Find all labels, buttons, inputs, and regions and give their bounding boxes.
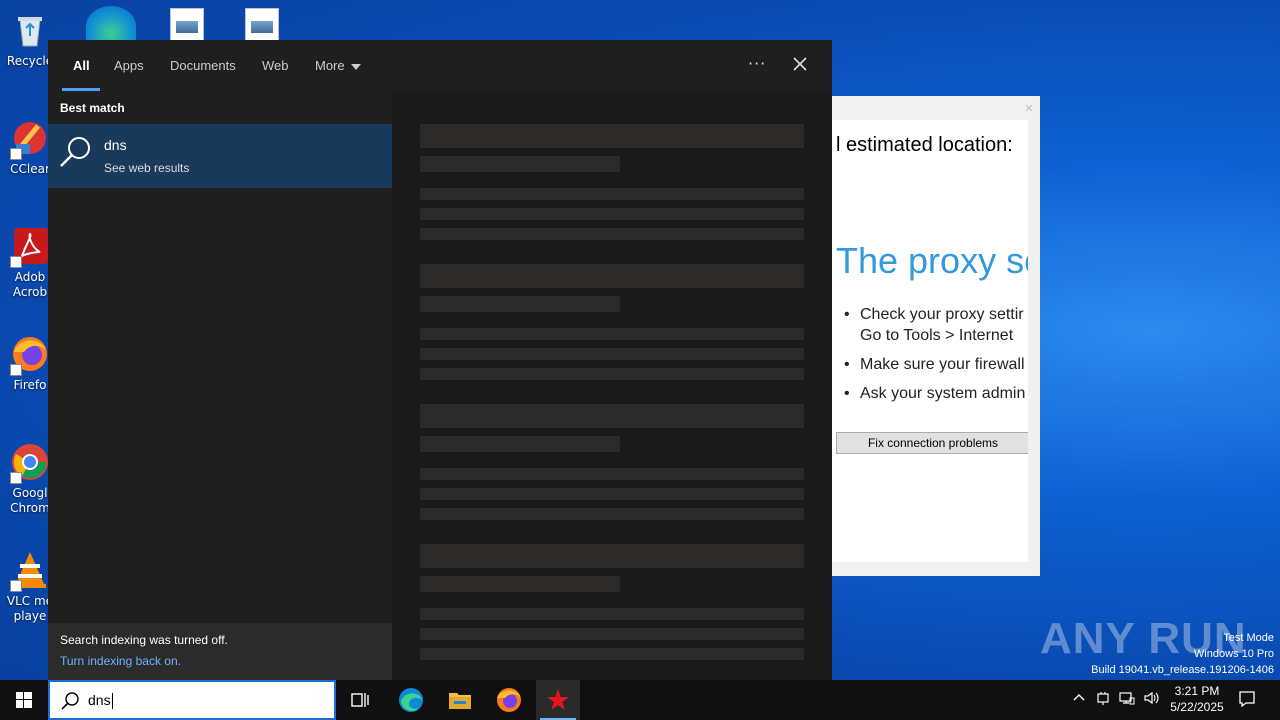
test-mode-notice: Test Mode Windows 10 Pro Build 19041.vb_…: [1091, 630, 1274, 678]
results-column: Best match dns See web results Search in…: [48, 92, 392, 680]
anyrun-taskbar-button[interactable]: [536, 680, 580, 720]
loading-placeholder: [420, 328, 804, 340]
browser-content: l estimated location: The proxy se Check…: [832, 120, 1028, 562]
chrome-icon: [10, 442, 50, 484]
device-icon[interactable]: [1096, 690, 1110, 710]
firefox-icon[interactable]: [495, 686, 523, 714]
loading-placeholder: [420, 576, 620, 592]
shortcut-arrow-icon: [10, 364, 22, 376]
firefox-icon: [10, 334, 50, 376]
browser-window[interactable]: ✕ l estimated location: The proxy se Che…: [832, 96, 1040, 576]
bullet-item: Make sure your firewall: [844, 354, 1024, 375]
close-button[interactable]: [788, 52, 812, 76]
loading-placeholder: [420, 648, 804, 660]
action-center-icon[interactable]: [1238, 690, 1256, 708]
shortcut-arrow-icon: [10, 148, 22, 160]
clock-date: 5/22/2025: [1170, 700, 1224, 714]
vlc-icon: [10, 550, 50, 592]
shortcut-arrow-icon: [10, 580, 22, 592]
network-icon[interactable]: [1119, 690, 1135, 710]
loading-placeholder: [420, 296, 620, 312]
adobe-acrobat-icon: [10, 226, 50, 268]
search-panel: All Apps Documents Web More ··· Best mat…: [48, 40, 832, 680]
best-match-header: Best match: [60, 101, 125, 115]
shortcut-arrow-icon: [10, 472, 22, 484]
system-clock[interactable]: 3:21 PM 5/22/2025: [1166, 683, 1228, 715]
loading-placeholder: [420, 468, 804, 480]
close-icon: [793, 57, 807, 71]
more-options-icon[interactable]: ···: [748, 54, 766, 73]
loading-placeholder: [420, 124, 804, 148]
loading-placeholder: [420, 188, 804, 200]
close-icon[interactable]: ✕: [1022, 102, 1036, 116]
anyrun-star-icon: [547, 689, 569, 710]
tab-apps[interactable]: Apps: [114, 58, 144, 73]
tab-documents[interactable]: Documents: [170, 58, 236, 73]
windows-edition: Windows 10 Pro: [1193, 648, 1274, 660]
search-tabs: All Apps Documents Web More ···: [48, 40, 832, 92]
image-file-icon[interactable]: [170, 8, 204, 42]
text-cursor: [111, 693, 113, 710]
result-subtitle: See web results: [104, 161, 190, 175]
search-query-text: dns: [88, 692, 113, 710]
edge-icon[interactable]: [397, 686, 425, 714]
task-view-icon[interactable]: [346, 686, 374, 714]
image-file-icon[interactable]: [245, 8, 279, 42]
start-button[interactable]: [0, 680, 48, 720]
chevron-down-icon: [350, 63, 361, 70]
recycle-bin-icon: [10, 10, 50, 50]
estimated-location-text: l estimated location:: [836, 134, 1013, 156]
fix-connection-button[interactable]: Fix connection problems: [836, 432, 1028, 454]
taskbar: dns 3:21 PM 5/22/2025: [0, 680, 1280, 720]
loading-placeholder: [420, 264, 804, 288]
error-title: The proxy se: [836, 240, 1028, 281]
tab-more-label: More: [315, 58, 345, 73]
build-string: Build 19041.vb_release.191206-1406: [1091, 664, 1274, 676]
show-hidden-icons-chevron-up-icon[interactable]: [1072, 690, 1086, 708]
loading-placeholder: [420, 368, 804, 380]
ccleaner-icon: [10, 118, 50, 160]
bullet-item: Ask your system admin: [844, 383, 1025, 404]
volume-icon[interactable]: [1143, 690, 1159, 710]
loading-placeholder: [420, 156, 620, 172]
preview-pane-loading: [392, 92, 832, 680]
taskbar-search-box[interactable]: dns: [48, 680, 336, 720]
active-tab-indicator: [62, 88, 100, 91]
indexing-message: Search indexing was turned off.: [60, 633, 228, 647]
loading-placeholder: [420, 544, 804, 568]
tab-web[interactable]: Web: [262, 58, 289, 73]
shortcut-arrow-icon: [10, 256, 22, 268]
loading-placeholder: [420, 508, 804, 520]
loading-placeholder: [420, 404, 804, 428]
indexing-notice: Search indexing was turned off. Turn ind…: [48, 623, 392, 680]
loading-placeholder: [420, 348, 804, 360]
file-explorer-icon[interactable]: [446, 686, 474, 714]
clock-time: 3:21 PM: [1174, 684, 1220, 698]
search-icon: [58, 134, 94, 170]
tab-more[interactable]: More: [315, 58, 361, 73]
loading-placeholder: [420, 436, 620, 452]
loading-placeholder: [420, 488, 804, 500]
bullet-item: Go to Tools > Internet: [860, 327, 1014, 344]
loading-placeholder: [420, 208, 804, 220]
windows-logo-icon: [16, 692, 32, 708]
tab-all[interactable]: All: [73, 58, 90, 73]
loading-placeholder: [420, 628, 804, 640]
loading-placeholder: [420, 228, 804, 240]
test-mode-label: Test Mode: [1223, 632, 1274, 644]
result-title: dns: [104, 137, 127, 153]
best-match-result[interactable]: dns See web results: [48, 124, 392, 188]
search-query: dns: [88, 692, 111, 708]
loading-placeholder: [420, 608, 804, 620]
search-icon: [60, 691, 80, 711]
bullet-item: Check your proxy settir: [844, 304, 1024, 325]
turn-indexing-on-link[interactable]: Turn indexing back on.: [60, 654, 181, 668]
